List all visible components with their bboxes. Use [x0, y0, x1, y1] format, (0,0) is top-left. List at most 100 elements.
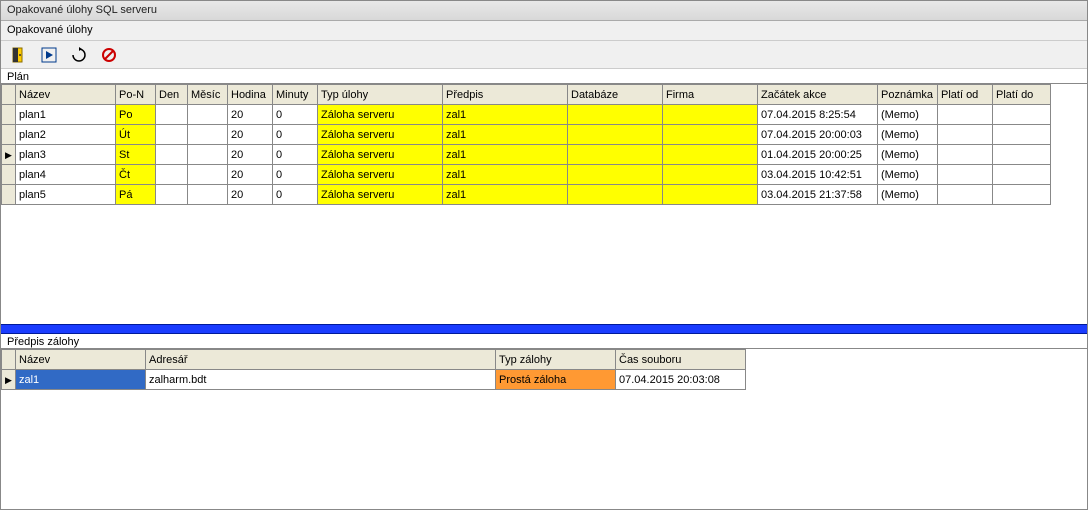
cell-pozn[interactable]: (Memo)	[878, 185, 938, 205]
cell-mesic[interactable]	[188, 165, 228, 185]
col-pon[interactable]: Po-N	[116, 85, 156, 105]
refresh-icon[interactable]	[69, 45, 89, 65]
cell-start[interactable]: 03.04.2015 21:37:58	[758, 185, 878, 205]
table-row[interactable]: plan5Pá200Záloha serveruzal103.04.2015 2…	[2, 185, 1051, 205]
cell-pon[interactable]: Čt	[116, 165, 156, 185]
col-do[interactable]: Platí do	[993, 85, 1051, 105]
cell-od[interactable]	[938, 105, 993, 125]
cell-firma[interactable]	[663, 125, 758, 145]
col-den[interactable]: Den	[156, 85, 188, 105]
table-row[interactable]: zal1zalharm.bdtProstá záloha07.04.2015 2…	[2, 370, 746, 390]
cell-nazev[interactable]: plan3	[16, 145, 116, 165]
cell-do[interactable]	[993, 165, 1051, 185]
cell-predpis[interactable]: zal1	[443, 125, 568, 145]
table-row[interactable]: plan3St 200Záloha serveruzal1 01.04.2015 2…	[2, 145, 1051, 165]
col-nazev[interactable]: Název	[16, 85, 116, 105]
col-start[interactable]: Začátek akce	[758, 85, 878, 105]
col2-typ[interactable]: Typ zálohy	[496, 350, 616, 370]
cell-pozn[interactable]: (Memo)	[878, 145, 938, 165]
cell-do[interactable]	[993, 105, 1051, 125]
cell-predpis[interactable]: zal1	[443, 105, 568, 125]
col-typ[interactable]: Typ úlohy	[318, 85, 443, 105]
cell-mesic[interactable]	[188, 105, 228, 125]
cell-min[interactable]: 0	[273, 185, 318, 205]
predpis-grid[interactable]: Název Adresář Typ zálohy Čas souboru zal…	[1, 349, 746, 390]
cell-pozn[interactable]: (Memo)	[878, 105, 938, 125]
cell-pon[interactable]: Út	[116, 125, 156, 145]
col2-cas[interactable]: Čas souboru	[616, 350, 746, 370]
cell-start[interactable]: 03.04.2015 10:42:51	[758, 165, 878, 185]
cell-hod[interactable]: 20	[228, 185, 273, 205]
cell-nazev[interactable]: plan4	[16, 165, 116, 185]
cell-hod[interactable]: 20	[228, 105, 273, 125]
cell-nazev[interactable]: plan1	[16, 105, 116, 125]
cell-predpis[interactable]: zal1	[443, 145, 568, 165]
cell-pon[interactable]: Po	[116, 105, 156, 125]
cell-min[interactable]: 0	[273, 145, 318, 165]
cell-den[interactable]	[156, 145, 188, 165]
cell-do[interactable]	[993, 125, 1051, 145]
col-min[interactable]: Minuty	[273, 85, 318, 105]
cell-typ[interactable]: Záloha serveru	[318, 165, 443, 185]
cell-firma[interactable]	[663, 145, 758, 165]
cell2-adresar[interactable]: zalharm.bdt	[146, 370, 496, 390]
cell-pon[interactable]: St	[116, 145, 156, 165]
cell-od[interactable]	[938, 125, 993, 145]
cell2-nazev[interactable]: zal1	[16, 370, 146, 390]
cell-hod[interactable]: 20	[228, 125, 273, 145]
cell-do[interactable]	[993, 145, 1051, 165]
col-predpis[interactable]: Předpis	[443, 85, 568, 105]
cell-typ[interactable]: Záloha serveru	[318, 145, 443, 165]
cell-od[interactable]	[938, 185, 993, 205]
menu-item-tasks[interactable]: Opakované úlohy	[7, 24, 93, 36]
col-pozn[interactable]: Poznámka	[878, 85, 938, 105]
cell-min[interactable]: 0	[273, 125, 318, 145]
cell-predpis[interactable]: zal1	[443, 185, 568, 205]
cell-firma[interactable]	[663, 165, 758, 185]
cell-firma[interactable]	[663, 185, 758, 205]
cell-mesic[interactable]	[188, 185, 228, 205]
cell-mesic[interactable]	[188, 145, 228, 165]
cell-od[interactable]	[938, 165, 993, 185]
exit-door-icon[interactable]	[9, 45, 29, 65]
cell-db[interactable]	[568, 165, 663, 185]
cell-pozn[interactable]: (Memo)	[878, 165, 938, 185]
table-row[interactable]: plan4Čt200Záloha serveruzal103.04.2015 1…	[2, 165, 1051, 185]
cell-den[interactable]	[156, 105, 188, 125]
plan-grid[interactable]: Název Po-N Den Měsíc Hodina Minuty Typ ú…	[1, 84, 1051, 205]
col-mesic[interactable]: Měsíc	[188, 85, 228, 105]
cell-pon[interactable]: Pá	[116, 185, 156, 205]
col2-nazev[interactable]: Název	[16, 350, 146, 370]
cell-hod[interactable]: 20	[228, 165, 273, 185]
cell-hod[interactable]: 20	[228, 145, 273, 165]
cell-start[interactable]: 01.04.2015 20:00:25	[758, 145, 878, 165]
cell-db[interactable]	[568, 185, 663, 205]
cell-typ[interactable]: Záloha serveru	[318, 125, 443, 145]
cell-min[interactable]: 0	[273, 105, 318, 125]
cell-typ[interactable]: Záloha serveru	[318, 185, 443, 205]
cell-od[interactable]	[938, 145, 993, 165]
cell2-typ[interactable]: Prostá záloha	[496, 370, 616, 390]
cell2-cas[interactable]: 07.04.2015 20:03:08	[616, 370, 746, 390]
panel-splitter[interactable]	[1, 324, 1087, 334]
cell-db[interactable]	[568, 125, 663, 145]
col-od[interactable]: Platí od	[938, 85, 993, 105]
table-row[interactable]: plan2Út 200Záloha serveruzal1 07.04.2015 2…	[2, 125, 1051, 145]
cell-den[interactable]	[156, 165, 188, 185]
col2-adresar[interactable]: Adresář	[146, 350, 496, 370]
cell-start[interactable]: 07.04.2015 20:00:03	[758, 125, 878, 145]
cell-firma[interactable]	[663, 105, 758, 125]
cell-den[interactable]	[156, 125, 188, 145]
cell-db[interactable]	[568, 145, 663, 165]
col-hod[interactable]: Hodina	[228, 85, 273, 105]
col-firma[interactable]: Firma	[663, 85, 758, 105]
table-row[interactable]: plan1Po 200Záloha serveruzal1 07.04.2015 8…	[2, 105, 1051, 125]
cell-pozn[interactable]: (Memo)	[878, 125, 938, 145]
cell-db[interactable]	[568, 105, 663, 125]
cell-do[interactable]	[993, 185, 1051, 205]
cell-den[interactable]	[156, 185, 188, 205]
cell-nazev[interactable]: plan2	[16, 125, 116, 145]
cell-start[interactable]: 07.04.2015 8:25:54	[758, 105, 878, 125]
cell-typ[interactable]: Záloha serveru	[318, 105, 443, 125]
cell-min[interactable]: 0	[273, 165, 318, 185]
